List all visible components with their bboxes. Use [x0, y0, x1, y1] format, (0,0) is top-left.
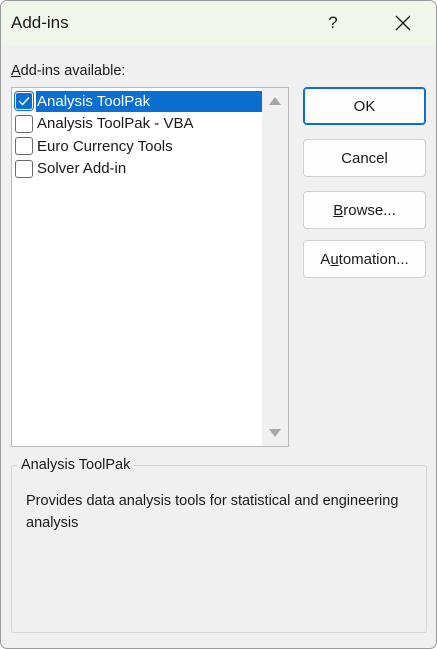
ok-button[interactable]: OK	[303, 87, 426, 125]
list-item-label: Analysis ToolPak - VBA	[37, 115, 194, 133]
browse-label: rowse...	[343, 201, 396, 219]
add-ins-listbox[interactable]: Analysis ToolPak Analysis ToolPak - VBA …	[11, 87, 289, 447]
list-item-label: Analysis ToolPak	[36, 90, 262, 112]
list-item-solver-add-in[interactable]: Solver Add-in	[13, 158, 262, 181]
add-ins-label-text: dd-ins available:	[20, 63, 126, 79]
list-item-analysis-toolpak[interactable]: Analysis ToolPak	[13, 90, 262, 113]
scroll-down-arrow-icon[interactable]	[269, 429, 281, 437]
window-title: Add-ins	[11, 13, 69, 32]
help-button[interactable]: ?	[311, 1, 355, 45]
browse-button[interactable]: Browse...	[303, 191, 426, 229]
checkbox-analysis-toolpak-vba[interactable]	[15, 114, 33, 133]
list-item-label: Euro Currency Tools	[37, 137, 173, 155]
automation-label-start: A	[320, 250, 331, 268]
list-item-label: Solver Add-in	[37, 160, 127, 178]
automation-mnemonic: u	[330, 250, 339, 268]
add-ins-dialog: Add-ins ? Add-ins available: Analysis To…	[0, 0, 437, 649]
list-item-euro-currency-tools[interactable]: Euro Currency Tools	[13, 135, 262, 158]
cancel-button[interactable]: Cancel	[303, 139, 426, 177]
checkbox-solver-add-in[interactable]	[15, 159, 33, 178]
list-scrollbar[interactable]	[262, 88, 288, 446]
scroll-up-arrow-icon[interactable]	[269, 97, 281, 105]
automation-button[interactable]: Au tomation...	[303, 240, 426, 278]
checkbox-euro-currency-tools[interactable]	[15, 137, 33, 156]
description-text: Provides data analysis tools for statist…	[26, 493, 399, 531]
close-button[interactable]	[379, 1, 427, 45]
checkbox-analysis-toolpak[interactable]	[15, 92, 33, 111]
close-icon	[395, 15, 411, 31]
browse-mnemonic: B	[333, 201, 344, 219]
automation-label-rest: tomation...	[338, 250, 409, 268]
add-ins-label-mnemonic: A	[11, 63, 21, 79]
description-title: Analysis ToolPak	[17, 457, 135, 473]
checkmark-icon	[18, 97, 30, 106]
add-ins-list: Analysis ToolPak Analysis ToolPak - VBA …	[13, 90, 262, 180]
list-item-analysis-toolpak-vba[interactable]: Analysis ToolPak - VBA	[13, 113, 262, 136]
description-group: Analysis ToolPak Provides data analysis …	[11, 457, 427, 633]
add-ins-available-label: Add-ins available:	[11, 63, 125, 79]
title-bar: Add-ins ?	[1, 1, 436, 45]
